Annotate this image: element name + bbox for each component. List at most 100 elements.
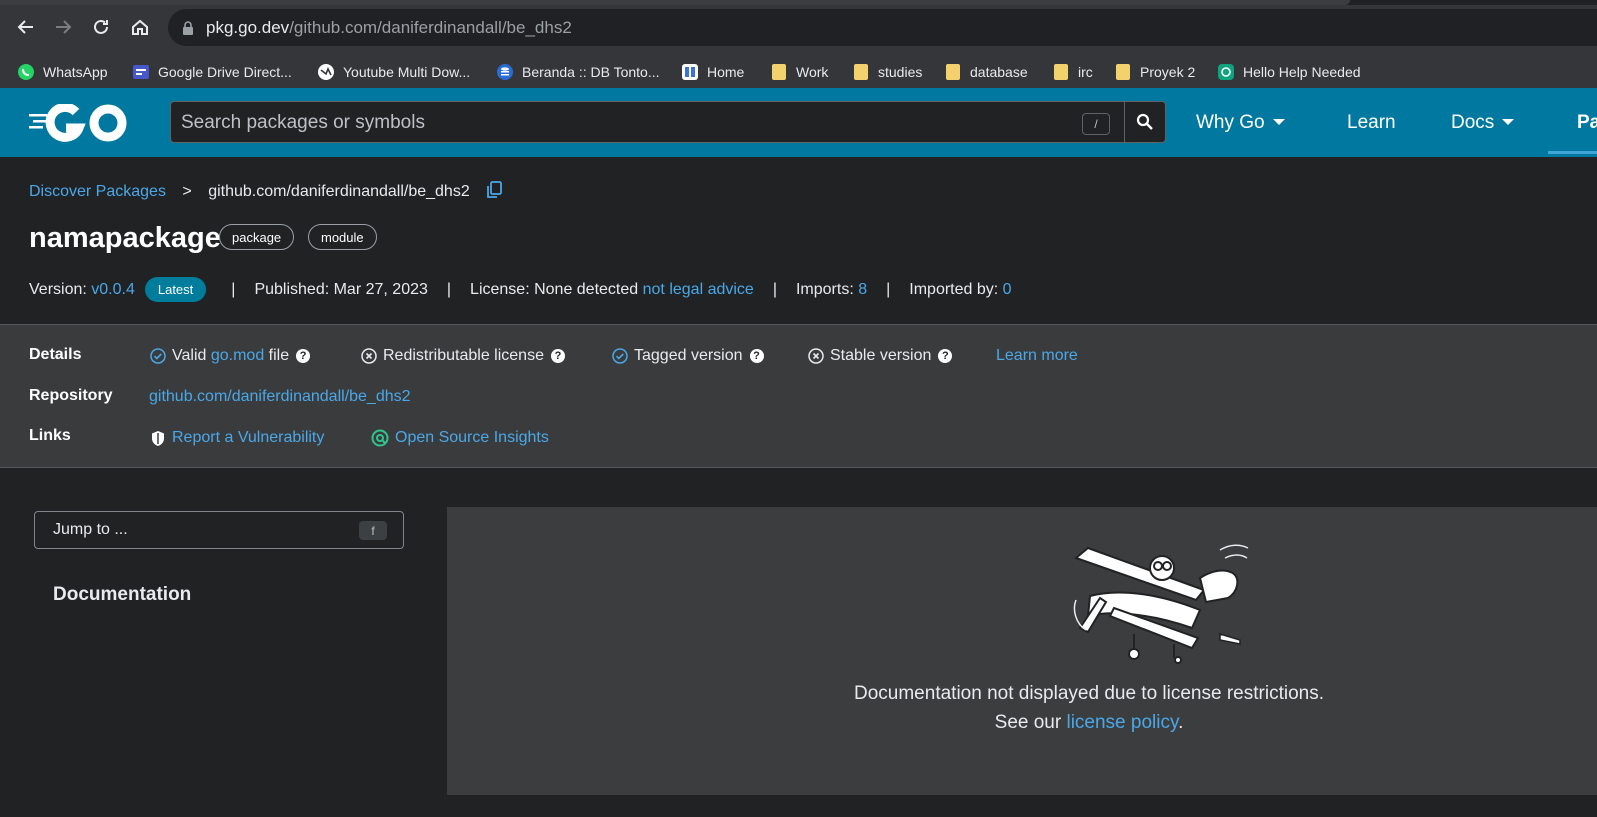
package-search-input[interactable]: Search packages or symbols / [170, 101, 1125, 143]
redistributable-license-check: Redistributable license ? [361, 347, 565, 365]
bookmark-home[interactable]: Home [681, 55, 744, 88]
message-see-our: See our [994, 712, 1062, 733]
imported-by-count-link[interactable]: 0 [1003, 281, 1012, 299]
published-date: Published: Mar 27, 2023 [254, 280, 428, 298]
version-link[interactable]: v0.0.4 [91, 281, 135, 299]
bookmark-folder-irc[interactable]: irc [1052, 55, 1093, 88]
whatsapp-icon [17, 63, 35, 81]
bookmark-youtube-multi[interactable]: Youtube Multi Dow... [317, 55, 470, 88]
repository-label: Repository [29, 387, 113, 404]
nav-active-indicator [1548, 151, 1597, 154]
search-shortcut-key: / [1082, 113, 1110, 135]
home-icon [132, 19, 148, 35]
nav-label: Learn [1347, 112, 1396, 133]
search-placeholder: Search packages or symbols [181, 112, 425, 133]
module-tag: module [308, 224, 377, 250]
home-button[interactable] [127, 14, 153, 40]
gomod-link[interactable]: go.mod [211, 347, 264, 365]
home-app-icon [681, 63, 699, 81]
package-metadata: Version: v0.0.4 Latest | Published: Mar … [29, 277, 1012, 302]
arrow-right-icon [56, 20, 72, 34]
folder-icon [770, 63, 788, 81]
jump-placeholder: Jump to ... [53, 521, 128, 538]
redistributable-label: Redistributable license [383, 347, 544, 364]
forward-button[interactable] [50, 14, 76, 40]
folder-icon [944, 63, 962, 81]
learn-more-link[interactable]: Learn more [996, 347, 1078, 365]
learn-more-item: Learn more [996, 347, 1078, 365]
bookmark-label: Home [707, 63, 745, 80]
report-vulnerability-link[interactable]: Report a Vulnerability [172, 429, 324, 447]
x-circle-icon [808, 348, 824, 364]
chevron-down-icon [1272, 119, 1285, 125]
help-icon[interactable]: ? [296, 349, 311, 363]
bookmark-label: irc [1078, 63, 1093, 80]
open-source-insights-item: Open Source Insights [371, 429, 549, 447]
nav-why-go[interactable]: Why Go [1196, 112, 1285, 134]
globe-icon [317, 63, 335, 81]
latest-badge: Latest [144, 277, 207, 302]
check-circle-icon [150, 348, 166, 364]
reload-icon [94, 19, 108, 34]
check-circle-icon [612, 348, 628, 364]
insights-icon [371, 429, 389, 447]
search-button[interactable] [1125, 101, 1166, 143]
breadcrumb-current: github.com/daniferdinandall/be_dhs2 [208, 183, 470, 200]
reload-button[interactable] [88, 14, 114, 40]
bookmark-hello-help[interactable]: Hello Help Needed [1217, 55, 1361, 88]
bookmark-label: Youtube Multi Dow... [343, 63, 471, 80]
valid-gomod-check: Valid go.mod file ? [150, 347, 311, 365]
help-icon[interactable]: ? [938, 349, 953, 363]
bookmark-folder-studies[interactable]: studies [852, 55, 922, 88]
openai-icon [1217, 63, 1235, 81]
bookmark-label: Hello Help Needed [1243, 63, 1361, 80]
report-vulnerability-item: Report a Vulnerability [150, 429, 324, 447]
copy-icon[interactable] [486, 181, 503, 199]
imported-by-label: Imported by: [909, 280, 999, 298]
license-policy-link[interactable]: license policy [1066, 712, 1178, 733]
gopher-biplane-icon [1073, 544, 1249, 664]
back-button[interactable] [13, 14, 39, 40]
bookmark-label: WhatsApp [43, 63, 108, 80]
repository-link[interactable]: github.com/daniferdinandall/be_dhs2 [149, 388, 411, 406]
address-bar[interactable]: pkg.go.dev/github.com/daniferdinandall/b… [168, 9, 1597, 46]
bookmark-label: Beranda :: DB Tonto... [522, 63, 660, 80]
active-tab-edge[interactable] [0, 0, 1350, 5]
lock-icon [183, 21, 193, 35]
imports-count-link[interactable]: 8 [858, 281, 867, 299]
bookmark-folder-work[interactable]: Work [770, 55, 828, 88]
url-text: pkg.go.dev/github.com/daniferdinandall/b… [206, 18, 572, 37]
imports-label: Imports: [795, 280, 854, 298]
bookmark-google-drive-direct[interactable]: Google Drive Direct... [132, 55, 292, 88]
breadcrumb: Discover Packages > github.com/daniferdi… [29, 181, 503, 201]
valid-prefix: Valid [172, 347, 207, 364]
bookmark-label: Google Drive Direct... [158, 63, 292, 80]
nav-packages[interactable]: Pa [1577, 112, 1597, 134]
bookmark-beranda-db[interactable]: Beranda :: DB Tonto... [496, 55, 660, 88]
folder-icon [852, 63, 870, 81]
go-logo-icon [29, 102, 127, 142]
go-logo[interactable] [29, 102, 129, 147]
help-icon[interactable]: ? [550, 349, 565, 363]
bookmark-whatsapp[interactable]: WhatsApp [17, 55, 108, 88]
package-tag: package [219, 224, 295, 250]
bookmark-folder-database[interactable]: database [944, 55, 1028, 88]
bookmark-folder-proyek-2[interactable]: Proyek 2 [1114, 55, 1195, 88]
jump-shortcut-key: f [359, 521, 387, 540]
message-period: . [1178, 712, 1184, 733]
meta-separator: | [446, 280, 452, 298]
jump-to-input[interactable]: Jump to ... f [34, 511, 404, 549]
nav-learn[interactable]: Learn [1347, 112, 1396, 134]
sidebar-documentation-heading[interactable]: Documentation [53, 584, 191, 606]
not-legal-advice-link[interactable]: not legal advice [643, 281, 754, 299]
open-source-insights-link[interactable]: Open Source Insights [395, 429, 549, 447]
arrow-left-icon [17, 20, 33, 34]
chevron-down-icon [1502, 119, 1515, 125]
breadcrumb-discover-packages[interactable]: Discover Packages [29, 183, 166, 200]
folder-icon [1052, 63, 1070, 81]
nav-docs[interactable]: Docs [1451, 112, 1515, 134]
tagged-version-check: Tagged version ? [612, 347, 764, 365]
database-icon [496, 63, 514, 81]
nav-label: Why Go [1196, 112, 1265, 133]
help-icon[interactable]: ? [749, 349, 764, 363]
